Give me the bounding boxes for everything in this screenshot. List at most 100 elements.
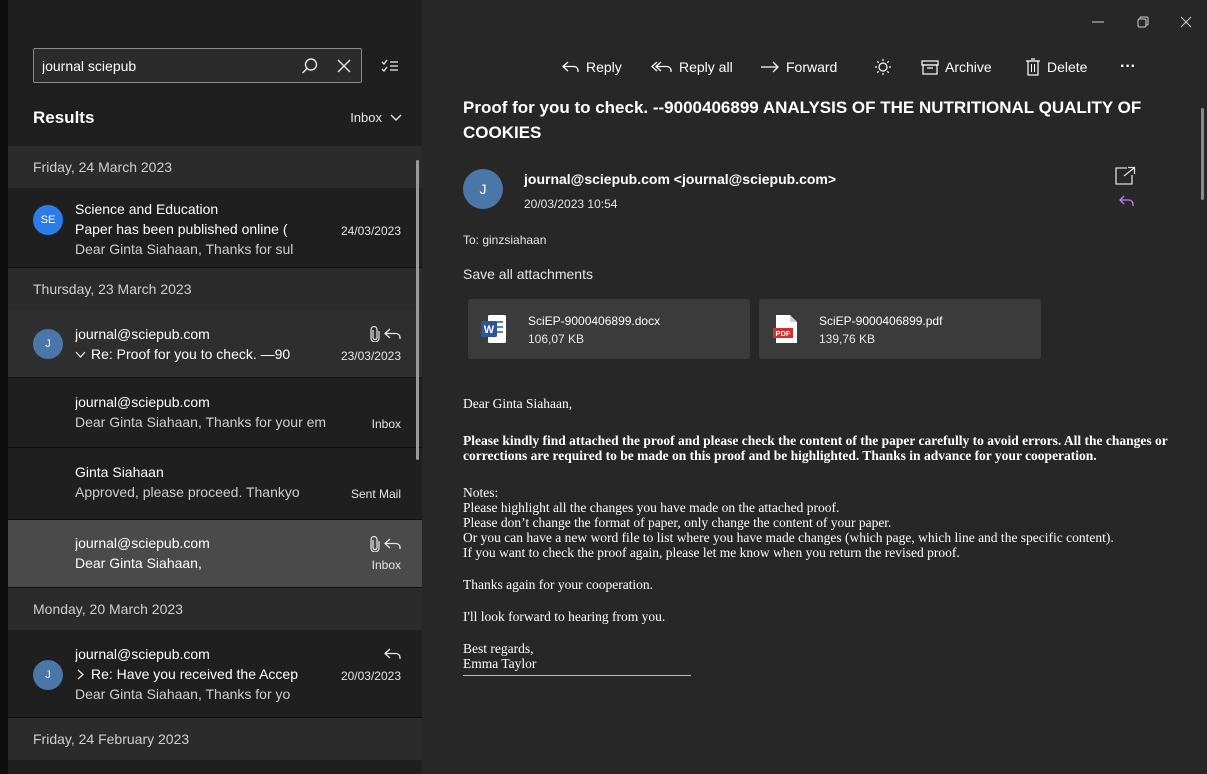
sender-avatar: J (463, 169, 503, 209)
reply-all-icon (651, 61, 672, 72)
email-date: 20/03/2023 10:54 (524, 197, 618, 211)
pdf-icon: PDF (773, 315, 797, 343)
forward-icon (761, 61, 779, 73)
attachment-pdf[interactable]: PDF SciEP-9000406899.pdf 139,76 KB (759, 299, 1041, 359)
message-sender: journal@sciepub.com (75, 535, 210, 551)
body-notes-title: Notes: (463, 485, 499, 500)
message-sender: journal@sciepub.com (75, 326, 210, 342)
pop-out-icon[interactable] (1114, 166, 1136, 191)
more-actions-button[interactable]: ··· (1120, 52, 1136, 82)
results-title: Results (33, 108, 95, 127)
body-main-paragraph: Please kindly find attached the proof an… (463, 433, 1168, 463)
delete-label: Delete (1047, 59, 1088, 75)
folder-select[interactable]: Inbox (350, 110, 402, 125)
chevron-down-icon (390, 114, 402, 121)
body-note: If you want to check the proof again, pl… (463, 545, 960, 560)
left-edge (0, 0, 8, 774)
reply-all-label: Reply all (679, 59, 733, 75)
reply-all-button[interactable]: Reply all (651, 52, 733, 82)
chevron-right-icon[interactable] (77, 669, 85, 680)
body-thanks: Thanks again for your cooperation. (463, 577, 654, 592)
body-closing: I'll look forward to hearing from you. (463, 609, 666, 624)
body-note: Please highlight all the changes you hav… (463, 500, 840, 515)
email-body: Dear Ginta Siahaan, Please kindly find a… (463, 396, 1185, 676)
attachment-docx[interactable]: W SciEP-9000406899.docx 106,07 KB (468, 299, 750, 359)
forward-button[interactable]: Forward (760, 52, 837, 82)
message-preview: Dear Ginta Siahaan, (75, 555, 202, 571)
delete-button[interactable]: Delete (1025, 52, 1087, 82)
list-item[interactable]: Ginta Siahaan Approved, please proceed. … (8, 448, 422, 520)
message-status-icons (370, 536, 402, 552)
chevron-down-icon[interactable] (75, 351, 86, 359)
replied-indicator-icon (1119, 194, 1135, 213)
clear-search-icon[interactable] (327, 49, 361, 83)
list-item[interactable]: journal@sciepub.com Dear Ginta Siahaan, … (8, 378, 422, 448)
date-group-header: Thursday, 23 March 2023 (8, 268, 422, 310)
archive-icon (921, 60, 939, 75)
minimize-icon[interactable] (1080, 10, 1116, 34)
sun-icon (875, 59, 891, 75)
message-preview: Dear Ginta Siahaan, Thanks for yo (75, 686, 291, 702)
message-preview: Dear Ginta Siahaan, Thanks for your em (75, 414, 327, 430)
reading-pane: Reply Reply all Forward Archive Delete ·… (422, 0, 1207, 774)
list-scrollbar[interactable] (416, 160, 419, 460)
message-date: 20/03/2023 (340, 669, 401, 683)
search-icon[interactable] (293, 49, 327, 83)
folder-select-label: Inbox (350, 110, 382, 125)
search-input[interactable] (34, 49, 293, 82)
filter-icon[interactable] (374, 50, 406, 82)
message-status-icons (370, 326, 402, 342)
list-item[interactable]: J journal@sciepub.com Re: Have you recei… (8, 630, 422, 718)
message-folder: Inbox (371, 558, 401, 572)
message-sender: journal@sciepub.com (75, 646, 210, 662)
restore-icon[interactable] (1125, 10, 1161, 34)
message-sender: Ginta Siahaan (75, 464, 164, 480)
message-date: 23/03/2023 (340, 349, 401, 363)
body-greeting: Dear Ginta Siahaan, (463, 396, 573, 411)
attachment-size: 139,76 KB (819, 332, 876, 346)
reply-button[interactable]: Reply (562, 52, 622, 82)
archive-button[interactable]: Archive (921, 52, 992, 82)
list-item[interactable]: J journal@sciepub.com Re: Proof for you … (8, 310, 422, 378)
date-group-header: Friday, 24 March 2023 (8, 146, 422, 188)
attachment-icon (370, 536, 380, 552)
results-list: Friday, 24 March 2023 SE Science and Edu… (8, 146, 422, 760)
attachment-name: SciEP-9000406899.docx (528, 314, 661, 328)
message-preview: Dear Ginta Siahaan, Thanks for sul (75, 241, 294, 257)
immersive-reader-button[interactable] (874, 52, 892, 82)
list-item-selected[interactable]: journal@sciepub.com Dear Ginta Siahaan, … (8, 520, 422, 588)
search-box[interactable] (33, 48, 362, 83)
avatar: J (33, 329, 63, 359)
body-note: Please don’t change the format of paper,… (463, 515, 892, 530)
body-signature-name: Emma Taylor (463, 656, 537, 671)
save-all-attachments-link[interactable]: Save all attachments (463, 266, 593, 282)
word-doc-icon: W (481, 315, 506, 343)
message-sender: Science and Education (75, 201, 219, 217)
signature-divider (463, 675, 691, 676)
attachment-name: SciEP-9000406899.pdf (819, 314, 943, 328)
message-list-pane: Results Inbox Friday, 24 March 2023 SE S… (0, 0, 422, 774)
body-note: Or you can have a new word file to list … (463, 530, 1114, 545)
archive-label: Archive (945, 59, 992, 75)
date-group-header: Friday, 24 February 2023 (8, 718, 422, 760)
attachment-size: 106,07 KB (528, 332, 585, 346)
message-date: 24/03/2023 (340, 224, 401, 238)
svg-text:PDF: PDF (776, 329, 791, 338)
svg-text:W: W (484, 324, 495, 336)
avatar: J (33, 660, 63, 690)
reply-icon (562, 61, 579, 72)
attachment-icon (370, 326, 380, 342)
reading-pane-scrollbar[interactable] (1201, 108, 1204, 200)
sender-address[interactable]: journal@sciepub.com <journal@sciepub.com… (524, 171, 836, 187)
message-subject: Re: Have you received the Accep (91, 666, 299, 682)
email-subject: Proof for you to check. --9000406899 ANA… (463, 98, 1142, 142)
message-folder: Sent Mail (350, 487, 401, 501)
close-icon[interactable] (1168, 10, 1204, 34)
forward-label: Forward (786, 59, 838, 75)
trash-icon (1026, 58, 1040, 76)
replied-icon (384, 648, 401, 659)
list-item[interactable]: SE Science and Education Paper has been … (8, 188, 422, 268)
message-subject: Paper has been published online ( (75, 221, 288, 237)
message-toolbar: Reply Reply all Forward Archive Delete ·… (422, 52, 1207, 82)
reply-label: Reply (586, 59, 622, 75)
